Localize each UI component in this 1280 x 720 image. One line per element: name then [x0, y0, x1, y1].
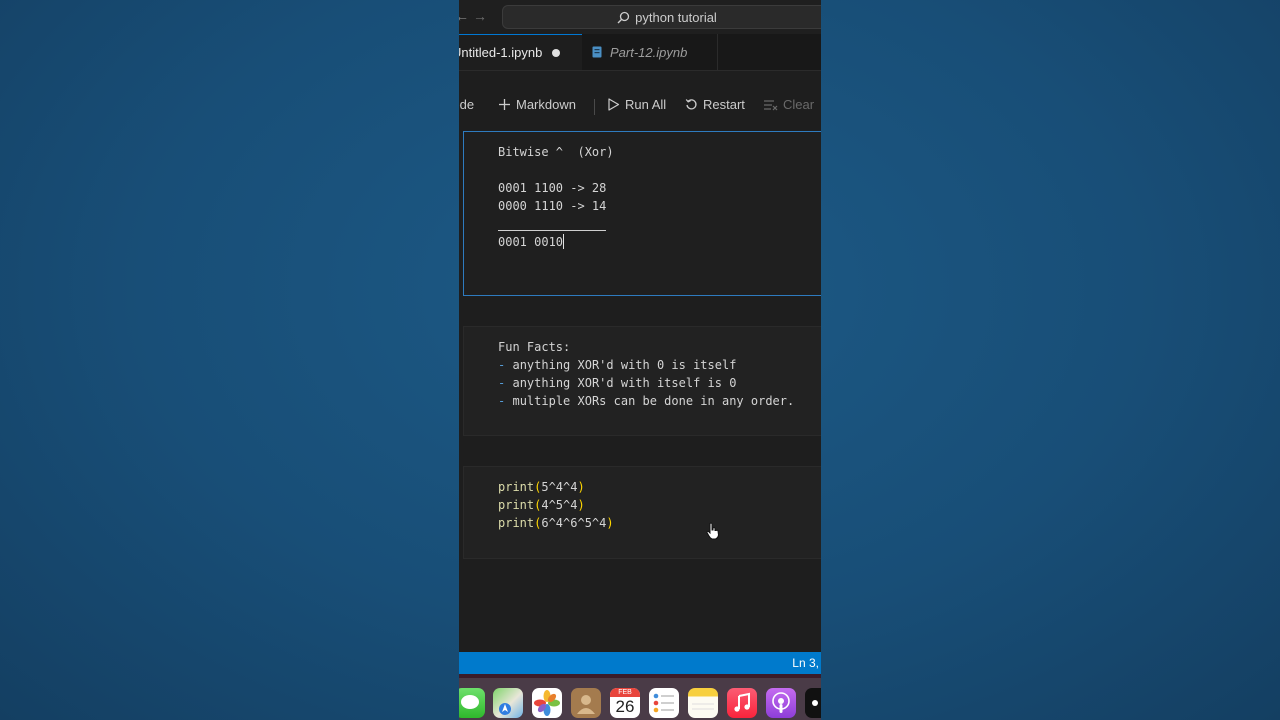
- function-args: 4^5^4: [541, 498, 578, 512]
- add-code-label: Code: [459, 97, 475, 112]
- paren-close: ): [577, 480, 585, 494]
- notes-icon[interactable]: [688, 688, 718, 718]
- cell-line: Bitwise ^ (Xor): [498, 145, 614, 159]
- calendar-month: FEB: [610, 688, 640, 697]
- cursor-position[interactable]: Ln 3,: [792, 656, 819, 670]
- title-bar: ← → python tutorial: [459, 0, 821, 34]
- bullet-dash: -: [498, 358, 506, 372]
- function-args: 6^4^6^5^4: [541, 516, 607, 530]
- run-all-button[interactable]: Run All: [607, 97, 666, 112]
- play-icon: [608, 98, 620, 111]
- horizontal-rule: [498, 230, 606, 231]
- music-icon[interactable]: [727, 688, 757, 718]
- bullet-dash: -: [498, 394, 506, 408]
- search-icon: [617, 11, 630, 23]
- function-name: print: [498, 516, 535, 530]
- back-arrow-icon[interactable]: ←: [459, 8, 469, 24]
- code-cell-print-xor[interactable]: print(5^4^4) print(4^5^4) print(6^4^6^5^…: [463, 466, 821, 559]
- tab-part-12[interactable]: Part-12.ipynb: [582, 34, 718, 70]
- add-code-cell-button[interactable]: Code: [459, 97, 474, 112]
- plus-icon: [499, 99, 510, 110]
- clear-all-icon: [764, 99, 778, 110]
- markdown-cell-bitwise-xor[interactable]: Bitwise ^ (Xor) 0001 1100 -> 28 0000 111…: [463, 131, 821, 296]
- unsaved-dot-icon[interactable]: [552, 48, 561, 57]
- vscode-window: ← → python tutorial Untitled-1.ipynb Par…: [459, 0, 821, 720]
- command-center-search[interactable]: python tutorial: [502, 5, 821, 29]
- forward-arrow-icon[interactable]: →: [473, 8, 487, 24]
- restart-kernel-button[interactable]: Restart: [685, 97, 745, 112]
- clear-label: Clear: [783, 97, 815, 112]
- notebook-toolbar: Code Markdown Run All Restart: [459, 90, 821, 120]
- function-name: print: [498, 498, 535, 512]
- function-name: print: [498, 480, 535, 494]
- markdown-label: Markdown: [516, 97, 576, 112]
- bullet-item: anything XOR'd with itself is 0: [512, 376, 737, 390]
- notebook-file-icon: [592, 46, 602, 58]
- calendar-day: 26: [615, 697, 635, 716]
- tab-label: Untitled-1.ipynb: [459, 45, 543, 60]
- paren-close: ): [577, 498, 585, 512]
- hand-pointer-icon: [706, 522, 720, 540]
- status-bar: Ln 3,: [459, 652, 821, 674]
- search-text: python tutorial: [635, 9, 717, 25]
- function-args: 5^4^4: [541, 480, 578, 494]
- tab-untitled-1[interactable]: Untitled-1.ipynb: [459, 34, 582, 70]
- add-markdown-cell-button[interactable]: Markdown: [498, 97, 576, 112]
- calendar-icon[interactable]: FEB 26: [610, 688, 640, 718]
- editor-tab-bar: Untitled-1.ipynb Part-12.ipynb: [459, 34, 821, 71]
- bullet-dash: -: [498, 376, 506, 390]
- macos-dock: FEB 26: [459, 678, 821, 720]
- restart-icon: [685, 99, 697, 110]
- photos-icon[interactable]: [532, 688, 562, 718]
- paren-close: ): [606, 516, 614, 530]
- cell-line: 0001 1100 -> 28: [498, 181, 607, 195]
- bullet-item: multiple XORs can be done in any order.: [512, 394, 795, 408]
- run-all-label: Run All: [625, 97, 667, 112]
- contacts-icon[interactable]: [571, 688, 601, 718]
- toolbar-divider: [594, 99, 595, 115]
- cell-source[interactable]: print(5^4^4) print(4^5^4) print(6^4^6^5^…: [498, 478, 614, 532]
- markdown-cell-fun-facts[interactable]: Fun Facts: - anything XOR'd with 0 is it…: [463, 326, 821, 436]
- bullet-item: anything XOR'd with 0 is itself: [512, 358, 737, 372]
- clear-outputs-button[interactable]: Clear: [764, 97, 814, 112]
- podcasts-icon[interactable]: [766, 688, 796, 718]
- restart-label: Restart: [703, 97, 745, 112]
- cell-heading: Fun Facts:: [498, 340, 571, 354]
- cell-line: 0001 0010: [498, 235, 564, 249]
- messages-icon[interactable]: [459, 688, 485, 718]
- text-cursor: [563, 234, 565, 249]
- appletv-icon[interactable]: [805, 688, 821, 718]
- reminders-icon[interactable]: [649, 688, 679, 718]
- maps-icon[interactable]: [493, 688, 523, 718]
- tab-label: Part-12.ipynb: [610, 44, 688, 60]
- cell-line: 0000 1110 -> 14: [498, 199, 607, 213]
- cell-source[interactable]: Fun Facts: - anything XOR'd with 0 is it…: [498, 338, 794, 410]
- cell-source[interactable]: Bitwise ^ (Xor) 0001 1100 -> 28 0000 111…: [498, 143, 614, 251]
